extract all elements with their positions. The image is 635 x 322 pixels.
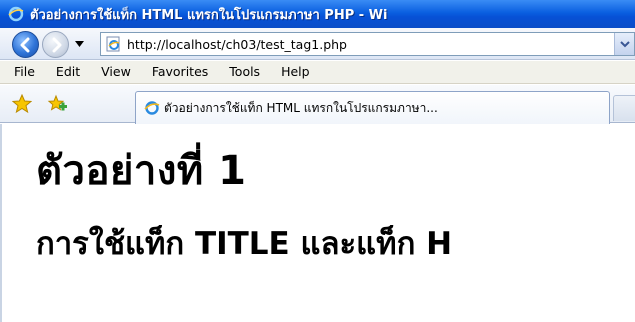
- menu-tools[interactable]: Tools: [221, 62, 268, 82]
- add-star-icon[interactable]: [47, 94, 67, 114]
- back-arrow-icon: [20, 37, 29, 52]
- ie-icon: [144, 101, 160, 115]
- star-icon[interactable]: [12, 94, 32, 114]
- window-titlebar: ตัวอย่างการใช้แท็ก HTML แทรกในโปรแกรมภาษ…: [0, 0, 635, 28]
- forward-arrow-icon: [52, 37, 61, 52]
- menu-favorites[interactable]: Favorites: [144, 62, 216, 82]
- forward-button[interactable]: [42, 31, 69, 58]
- url-input[interactable]: [127, 36, 587, 52]
- back-button[interactable]: [12, 31, 39, 58]
- address-dropdown-button[interactable]: [614, 33, 634, 55]
- ie-icon: [8, 6, 24, 22]
- chevron-down-icon: [619, 40, 630, 47]
- tab-current-page[interactable]: ตัวอย่างการใช้แท็ก HTML แทรกในโปรแกรมภาษ…: [135, 91, 610, 124]
- window-title: ตัวอย่างการใช้แท็ก HTML แทรกในโปรแกรมภาษ…: [30, 7, 388, 23]
- address-bar[interactable]: [100, 32, 635, 56]
- chevron-down-icon: [74, 41, 84, 47]
- tab-label: ตัวอย่างการใช้แท็ก HTML แทรกในโปรแกรมภาษ…: [164, 100, 438, 115]
- menu-view[interactable]: View: [93, 62, 139, 82]
- history-dropdown-button[interactable]: [74, 37, 84, 51]
- menu-file[interactable]: File: [6, 62, 43, 82]
- menu-edit[interactable]: Edit: [48, 62, 88, 82]
- page-ie-icon: [106, 36, 120, 52]
- menu-bar: File Edit View Favorites Tools Help: [0, 61, 635, 84]
- page-content: ตัวอย่างที่ 1 การใช้แท็ก TITLE และแท็ก H: [0, 124, 635, 322]
- tab-bar: ตัวอย่างการใช้แท็ก HTML แทรกในโปรแกรมภาษ…: [0, 85, 635, 124]
- navigation-bar: [0, 28, 635, 60]
- page-heading-2: การใช้แท็ก TITLE และแท็ก H: [36, 226, 453, 262]
- new-tab-button[interactable]: [613, 95, 635, 121]
- page-heading-1: ตัวอย่างที่ 1: [36, 148, 247, 194]
- menu-help[interactable]: Help: [273, 62, 318, 82]
